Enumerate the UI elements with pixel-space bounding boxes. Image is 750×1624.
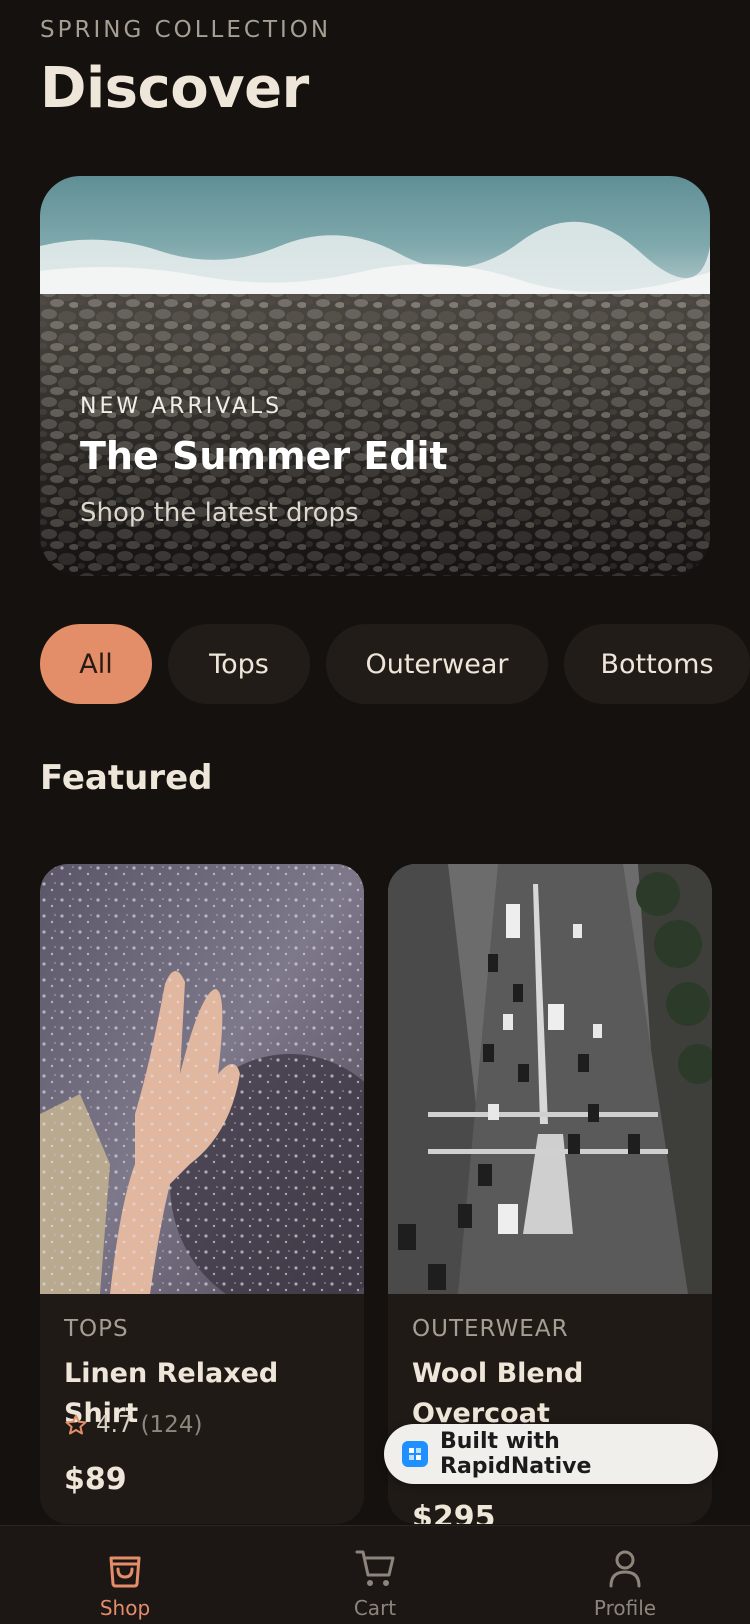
hero-subtitle: Shop the latest drops [80,498,359,528]
tab-label: Cart [353,1596,397,1620]
bag-icon [109,1556,141,1588]
hero-eyebrow: NEW ARRIVALS [80,394,283,419]
built-with-badge[interactable]: Built with RapidNative [384,1424,718,1484]
product-price: $89 [64,1462,127,1497]
rapidnative-logo-icon [402,1441,428,1467]
review-count: (124) [140,1412,203,1438]
chip-all[interactable]: All [40,624,152,704]
product-name: Wool Blend Overcoat [412,1358,584,1429]
category-chips: All Tops Outerwear Bottoms [40,624,750,704]
cart-icon [355,1550,395,1586]
hero-banner[interactable]: NEW ARRIVALS The Summer Edit Shop the la… [40,176,710,576]
chip-tops[interactable]: Tops [168,624,310,704]
product-card[interactable]: TOPS Linen Relaxed Shirt 4.7 (124) $89 [40,864,364,1524]
rating-value: 4.7 [96,1412,133,1438]
shop-screen: SPRING COLLECTION Discover NEW ARRIVALS … [0,0,750,1624]
product-image [388,864,712,1294]
collection-eyebrow: SPRING COLLECTION [40,17,332,43]
badge-label: Built with RapidNative [440,1429,592,1479]
product-rating: 4.7 (124) [64,1412,202,1438]
tab-cart[interactable]: Cart [250,1526,500,1624]
star-icon [65,1414,87,1435]
tab-profile[interactable]: Profile [500,1526,750,1624]
chip-bottoms[interactable]: Bottoms [564,624,750,704]
hero-title: The Summer Edit [80,434,448,478]
tab-shop[interactable]: Shop [0,1526,250,1624]
product-category: TOPS [64,1316,129,1342]
tab-label: Shop [99,1596,151,1620]
tab-label: Profile [593,1596,657,1620]
product-category: OUTERWEAR [412,1316,569,1342]
page-title: Discover [40,56,309,121]
bottom-tab-bar: Shop Cart Profile [0,1525,750,1624]
product-price: $295 [412,1500,496,1524]
chip-outerwear[interactable]: Outerwear [326,624,548,704]
person-icon [609,1550,641,1588]
featured-heading: Featured [40,758,213,798]
product-image [40,864,364,1294]
